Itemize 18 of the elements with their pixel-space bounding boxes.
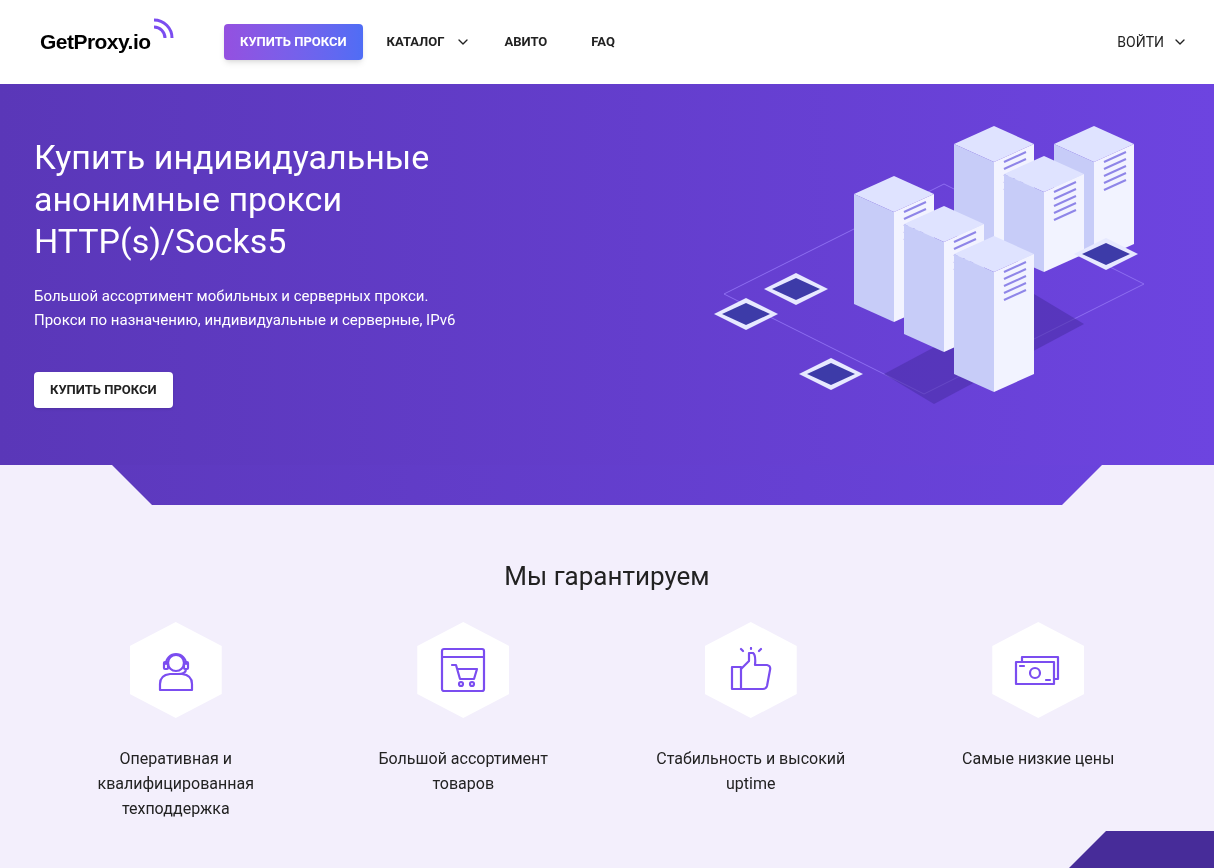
hero-description: Прокси по назначению, индивидуальные и серверные, IPv6 — [34, 310, 457, 331]
thumbs-up-icon — [728, 647, 773, 693]
login-dropdown[interactable]: ВОЙТИ — [1117, 31, 1188, 53]
buy-proxy-button[interactable]: КУПИТЬ ПРОКСИ — [224, 24, 363, 60]
wifi-signal-icon — [152, 16, 176, 41]
hero-title: Купить индивидуальные анонимные прокси HTTP(s)/Socks5 — [34, 136, 431, 262]
nav-link[interactable]: FAQ — [591, 32, 615, 52]
logo[interactable]: GetProxy.io — [40, 26, 151, 58]
nav-link[interactable]: АВИТО — [504, 32, 548, 52]
feature-label: Самые низкие цены — [961, 748, 1116, 770]
feature-label: Оперативная и квалифицированная техподдержка — [96, 748, 255, 820]
buy-proxy-button[interactable]: КУПИТЬ ПРОКСИ — [34, 372, 173, 408]
browser-cart-icon — [440, 647, 487, 693]
feature-label: Стабильность и высокий uptime — [655, 748, 846, 795]
feature-label: Большой ассортимент товаров — [377, 748, 549, 795]
hero-description: Большой ассортимент мобильных и серверных прокси. — [34, 286, 430, 307]
nav-dropdown[interactable]: КАТАЛОГ — [386, 32, 471, 52]
section-title: Мы гарантируем — [503, 560, 711, 593]
